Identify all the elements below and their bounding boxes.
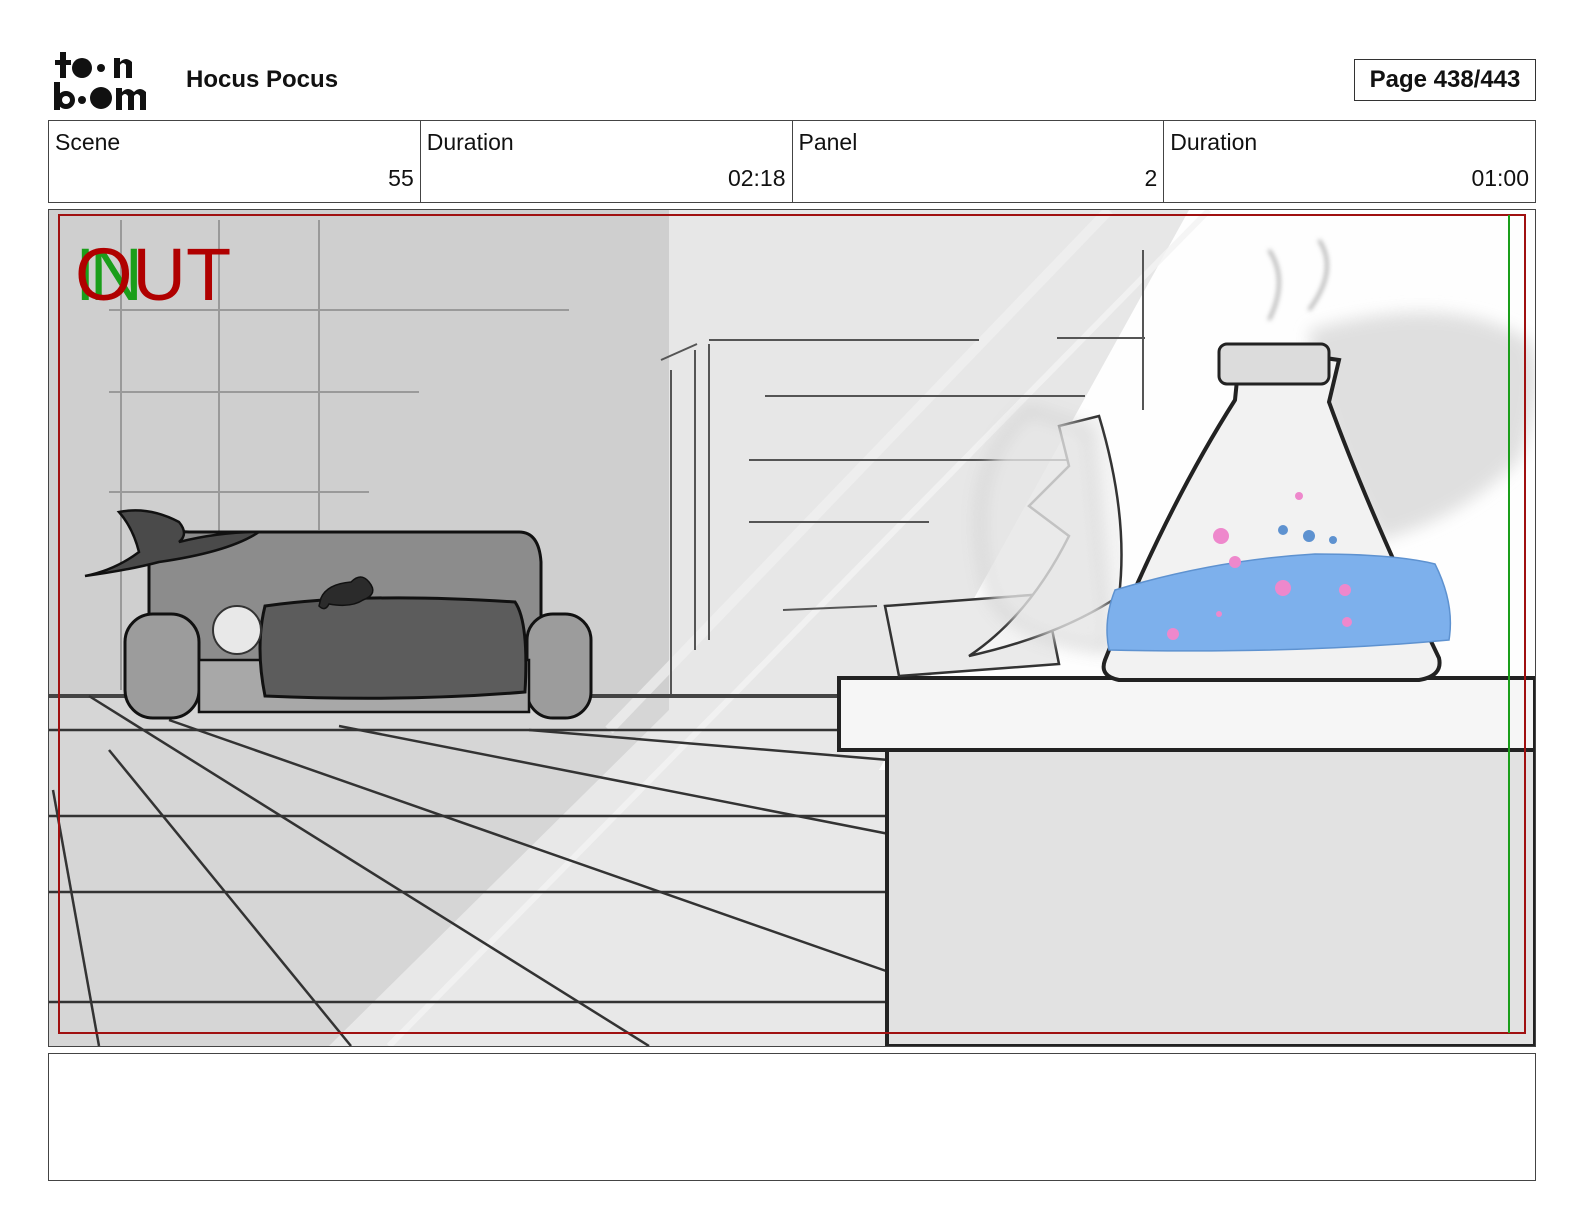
scene-label: Scene <box>55 129 121 155</box>
storyboard-panel: IN OUT <box>48 209 1536 1047</box>
scene-duration-value: 02:18 <box>727 165 786 191</box>
scene-duration-label: Duration <box>426 129 514 155</box>
panel-label: Panel <box>798 129 858 155</box>
scene-duration-cell: Duration 02:18 <box>421 121 793 202</box>
panel-duration-value: 01:00 <box>1471 165 1529 191</box>
panel-duration-cell: Duration 01:00 <box>1164 121 1535 202</box>
toon-boom-logo <box>52 50 164 112</box>
panel-cell: Panel 2 <box>793 121 1165 202</box>
scene-cell: Scene 55 <box>49 121 421 202</box>
panel-duration-label: Duration <box>1170 129 1258 155</box>
page-indicator: Page 438/443 <box>1354 59 1536 101</box>
scene-value: 55 <box>388 165 414 191</box>
panel-value: 2 <box>1144 165 1158 191</box>
panel-notes-box[interactable] <box>48 1053 1536 1181</box>
scene-info-bar: Scene 55 Duration 02:18 Panel 2 Duration… <box>48 120 1536 203</box>
panel-drawing <box>49 210 1535 1046</box>
project-title: Hocus Pocus <box>186 66 339 93</box>
out-marker: OUT <box>75 233 232 316</box>
couch-drawing <box>84 509 593 720</box>
